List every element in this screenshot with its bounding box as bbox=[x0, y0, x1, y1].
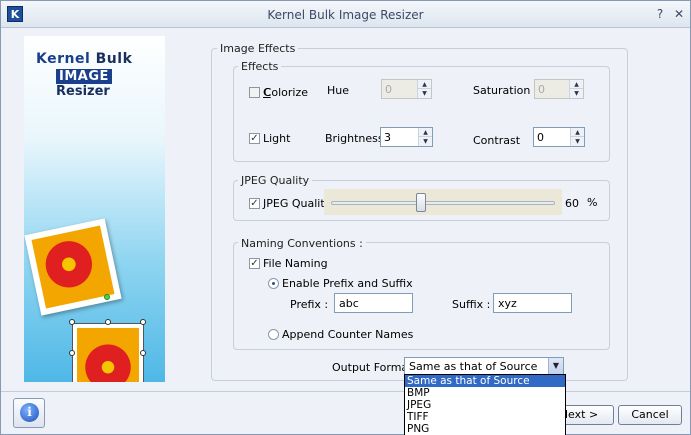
chevron-down-icon[interactable]: ▼ bbox=[548, 358, 563, 374]
resize-handle-icon bbox=[69, 319, 75, 325]
resize-handle-icon bbox=[140, 319, 146, 325]
info-icon: i bbox=[20, 403, 39, 422]
suffix-label: Suffix : bbox=[452, 298, 491, 311]
info-button[interactable]: i bbox=[13, 398, 45, 428]
window-title: Kernel Bulk Image Resizer bbox=[267, 8, 424, 22]
dropdown-option[interactable]: BMP bbox=[405, 387, 565, 399]
output-format-value: Same as that of Source bbox=[409, 360, 538, 373]
jpeg-quality-unit: % bbox=[587, 196, 598, 209]
jpeg-quality-checkbox[interactable]: ✓ bbox=[249, 198, 260, 209]
light-label: Light bbox=[263, 132, 291, 145]
spin-up-icon[interactable]: ▲ bbox=[571, 128, 584, 137]
brightness-value: 3 bbox=[384, 131, 391, 144]
contrast-label: Contrast bbox=[473, 134, 521, 147]
saturation-value: 0 bbox=[538, 83, 545, 96]
contrast-spinner[interactable]: 0 ▲ ▼ bbox=[533, 127, 585, 147]
effects-title: Effects bbox=[238, 60, 282, 73]
logo-bulk: Bulk bbox=[95, 51, 133, 67]
colorize-label: CColorize bbox=[263, 86, 309, 99]
brightness-spinner[interactable]: 3 ▲ ▼ bbox=[380, 127, 433, 147]
flower-photo-selected bbox=[72, 323, 144, 382]
spin-up-icon[interactable]: ▲ bbox=[570, 80, 583, 89]
light-checkbox[interactable]: ✓ bbox=[249, 133, 260, 144]
jpeg-quality-title: JPEG Quality bbox=[238, 174, 313, 187]
cancel-button[interactable]: Cancel bbox=[618, 405, 682, 425]
help-icon[interactable]: ? bbox=[653, 7, 667, 21]
spin-down-icon[interactable]: ▼ bbox=[571, 137, 584, 146]
spin-down-icon[interactable]: ▼ bbox=[418, 89, 431, 98]
product-logo: Kernel Bulk IMAGE Resizer bbox=[36, 51, 161, 99]
logo-resizer: Resizer bbox=[56, 84, 110, 99]
output-format-dropdown: Same as that of Source BMP JPEG TIFF PNG bbox=[404, 374, 566, 435]
image-effects-title: Image Effects bbox=[217, 42, 299, 55]
prefix-input[interactable]: abc bbox=[334, 293, 413, 313]
spin-up-icon[interactable]: ▲ bbox=[418, 80, 431, 89]
saturation-spinner[interactable]: 0 ▲ ▼ bbox=[534, 79, 584, 99]
logo-image: IMAGE bbox=[56, 69, 112, 84]
prefix-label: Prefix : bbox=[290, 298, 329, 311]
jpeg-quality-slider-thumb[interactable] bbox=[415, 193, 426, 212]
dropdown-option[interactable]: TIFF bbox=[405, 411, 565, 423]
dropdown-option[interactable]: JPEG bbox=[405, 399, 565, 411]
product-banner: Kernel Bulk IMAGE Resizer bbox=[24, 36, 165, 382]
file-naming-label: File Naming bbox=[263, 257, 328, 270]
prefix-suffix-radio[interactable] bbox=[268, 278, 279, 289]
brightness-label: Brightness bbox=[325, 132, 384, 145]
naming-conventions-title: Naming Conventions : bbox=[238, 237, 366, 250]
append-counter-radio[interactable] bbox=[268, 329, 279, 340]
dropdown-option[interactable]: PNG bbox=[405, 423, 565, 435]
hue-label: Hue bbox=[327, 84, 350, 97]
resize-handle-icon bbox=[140, 350, 146, 356]
close-icon[interactable]: ✕ bbox=[672, 7, 686, 21]
prefix-suffix-label: Enable Prefix and Suffix bbox=[282, 277, 413, 290]
footer-divider bbox=[1, 391, 690, 392]
jpeg-quality-slider-track[interactable] bbox=[331, 201, 555, 205]
spin-up-icon[interactable]: ▲ bbox=[419, 128, 432, 137]
suffix-input[interactable]: xyz bbox=[493, 293, 572, 313]
resize-handle-icon bbox=[105, 319, 111, 325]
spin-down-icon[interactable]: ▼ bbox=[419, 137, 432, 146]
saturation-label: Saturation bbox=[473, 84, 531, 97]
main-window: K Kernel Bulk Image Resizer ? ✕ Kernel B… bbox=[0, 0, 691, 435]
hue-value: 0 bbox=[385, 83, 392, 96]
dropdown-option[interactable]: Same as that of Source bbox=[405, 375, 565, 387]
colorize-label-text: Colorize bbox=[263, 86, 309, 99]
jpeg-quality-value: 60 bbox=[565, 197, 579, 210]
colorize-checkbox[interactable] bbox=[249, 87, 260, 98]
rotate-handle-icon bbox=[104, 294, 110, 300]
title-bar: K Kernel Bulk Image Resizer ? ✕ bbox=[1, 1, 690, 28]
append-counter-label: Append Counter Names bbox=[282, 328, 414, 341]
file-naming-checkbox[interactable]: ✓ bbox=[249, 258, 260, 269]
resize-handle-icon bbox=[69, 350, 75, 356]
logo-kernel: Kernel bbox=[36, 51, 91, 67]
hue-spinner[interactable]: 0 ▲ ▼ bbox=[381, 79, 432, 99]
contrast-value: 0 bbox=[537, 131, 544, 144]
spin-down-icon[interactable]: ▼ bbox=[570, 89, 583, 98]
flower-photo-tilted bbox=[24, 218, 122, 316]
output-format-select[interactable]: Same as that of Source ▼ bbox=[404, 357, 564, 375]
